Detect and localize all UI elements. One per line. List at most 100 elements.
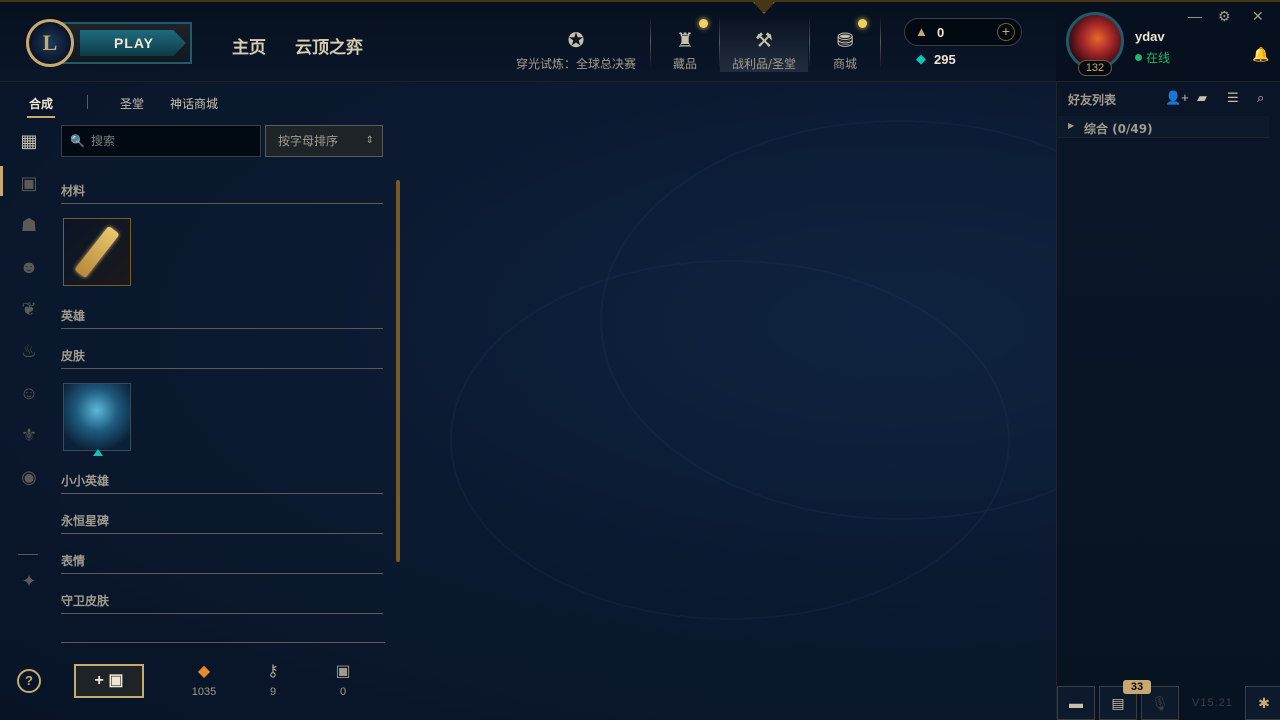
- search-icon: 🔍: [70, 134, 85, 148]
- loot-bottom-bar: ? + ▣ ◆ 1035 ⚷ 9 ▣ 0: [0, 642, 400, 720]
- loot-filter-rail: ▦ ▣ ☗ ☻ ❦ ♨ ☺ ⚜ ◉ ✦: [0, 122, 56, 682]
- search-friends-icon[interactable]: ⌕: [1257, 90, 1264, 106]
- top-navigation: L PLAY 主页 云顶之弈 ✪ 穿光试炼：全球总决赛 ♜ 藏品 ⚒ 战利品/圣…: [0, 0, 1056, 82]
- notification-bell-icon[interactable]: 🔔: [1252, 46, 1269, 63]
- hextech-key-icon: [74, 225, 120, 279]
- chat-icon[interactable]: ▬: [1057, 686, 1095, 720]
- play-button-label: PLAY: [113, 35, 155, 51]
- filter-special-icon[interactable]: ✦: [14, 566, 44, 596]
- loot-tile-hextech-key[interactable]: [63, 218, 131, 286]
- profile-area: 132 ydav 在线 — ⚙ ✕ 🔔: [1056, 0, 1280, 82]
- filter-skin-mask-icon[interactable]: ☻: [14, 252, 44, 282]
- friend-group-general[interactable]: ▶ 综合 (0/49): [1057, 116, 1269, 138]
- chevron-updown-icon: ⇕: [365, 135, 374, 146]
- loot-search[interactable]: 🔍: [61, 125, 261, 157]
- filter-emporium-flame-icon[interactable]: ♨: [14, 336, 44, 366]
- notification-dot: [699, 19, 708, 28]
- nav-collection-label: 藏品: [672, 57, 697, 71]
- minimize-icon[interactable]: —: [1188, 8, 1202, 24]
- background-swirl: [450, 260, 1010, 620]
- add-folder-icon[interactable]: ▰: [1197, 90, 1207, 106]
- tab-sanctum[interactable]: 圣堂: [120, 95, 144, 112]
- nav-worlds-event[interactable]: ✪ 穿光试炼：全球总决赛: [514, 14, 638, 72]
- add-friend-icon[interactable]: 👤+: [1165, 90, 1189, 106]
- store-coins-icon: ⛃: [836, 30, 854, 52]
- status-dot-icon: [1135, 54, 1142, 61]
- filter-emote-icon[interactable]: ☺: [14, 378, 44, 408]
- collection-bag-icon: ♜: [676, 30, 694, 52]
- category-little-legends: 小小英雄: [61, 472, 383, 494]
- worlds-trophy-icon: ✪: [567, 30, 585, 52]
- riot-points-amount: 295: [934, 51, 956, 67]
- category-label: 永恒星碑: [61, 514, 110, 528]
- nav-home[interactable]: 主页: [232, 33, 266, 58]
- category-champions: 英雄: [61, 307, 383, 329]
- key-fragment-value: 9: [269, 686, 277, 698]
- nav-divider: [650, 16, 651, 68]
- close-icon[interactable]: ✕: [1252, 8, 1264, 25]
- craft-chest-button[interactable]: + ▣: [74, 664, 144, 698]
- filter-ward-icon[interactable]: ⚜: [14, 420, 44, 450]
- loot-scrollbar[interactable]: [396, 180, 400, 562]
- play-button[interactable]: PLAY: [56, 22, 192, 64]
- buy-currency-button[interactable]: +: [997, 23, 1015, 41]
- loot-subtabs: 合成 圣堂 神话商城: [0, 82, 400, 122]
- summoner-level: 132: [1078, 60, 1112, 76]
- rail-active-indicator: [0, 166, 3, 196]
- nav-divider: [809, 16, 810, 68]
- orange-essence-counter: ◆ 1035: [184, 658, 224, 698]
- friends-list-title: 好友列表: [1068, 93, 1117, 107]
- nav-store-label: 商城: [832, 57, 857, 71]
- league-logo-icon[interactable]: L: [26, 19, 74, 67]
- social-header: 好友列表 👤+ ▰ ☰ ⌕: [1057, 82, 1280, 114]
- blue-essence-wallet: ▲ 0 +: [904, 18, 1022, 46]
- filter-icon-portrait-icon[interactable]: ◉: [14, 462, 44, 492]
- rail-divider: [18, 554, 38, 555]
- loot-hammer-icon: ⚒: [755, 30, 773, 52]
- category-label: 英雄: [61, 309, 86, 323]
- category-eternals: 永恒星碑: [61, 512, 383, 534]
- bug-report-icon[interactable]: ✱: [1245, 686, 1280, 720]
- social-footer: ▬ ▤ 🎙 ✱: [1057, 686, 1280, 720]
- nav-loot[interactable]: ⚒ 战利品/圣堂: [720, 14, 808, 72]
- blue-essence-amount: 0: [937, 25, 945, 40]
- category-label: 表情: [61, 554, 86, 568]
- tab-mythic-shop[interactable]: 神话商城: [170, 95, 218, 112]
- active-tab-indicator: [753, 2, 775, 14]
- filter-all-grid-icon[interactable]: ▦: [14, 126, 44, 156]
- category-materials: 材料: [61, 182, 383, 204]
- riot-points-icon: ◆: [916, 51, 926, 66]
- loot-panel: 合成 圣堂 神话商城 ▦ ▣ ☗ ☻ ❦ ♨ ☺ ⚜ ◉ ✦ 🔍 按字母排序 ⇕: [0, 82, 400, 720]
- online-status[interactable]: 在线: [1135, 49, 1170, 66]
- username[interactable]: ydav: [1135, 29, 1165, 44]
- nav-loot-label: 战利品/圣堂: [731, 57, 797, 71]
- tab-crafting[interactable]: 合成: [26, 95, 56, 118]
- riot-points-wallet: ◆ 295: [916, 51, 956, 67]
- chest-value: 0: [339, 686, 347, 698]
- filter-chest-icon[interactable]: ▣: [14, 168, 44, 198]
- client-version: V15.21: [1192, 697, 1233, 709]
- nav-worlds-label: 穿光试炼：全球总决赛: [515, 57, 636, 71]
- category-label: 材料: [61, 184, 86, 198]
- orange-essence-icon: ◆: [197, 663, 211, 680]
- sort-dropdown[interactable]: 按字母排序 ⇕: [265, 125, 383, 157]
- search-input[interactable]: [90, 134, 251, 148]
- tab-divider: [87, 95, 88, 109]
- category-label: 小小英雄: [61, 474, 110, 488]
- nav-tft[interactable]: 云顶之弈: [295, 33, 363, 58]
- status-label: 在线: [1146, 51, 1171, 65]
- loot-tile-skin-shard[interactable]: [63, 383, 131, 456]
- list-view-icon[interactable]: ☰: [1227, 90, 1239, 106]
- orange-essence-value: 1035: [191, 686, 217, 698]
- bottom-divider: [61, 642, 385, 643]
- logo-letter: L: [42, 30, 58, 55]
- social-panel: 好友列表 👤+ ▰ ☰ ⌕ ▶ 综合 (0/49) ▬ ▤ 🎙 ✱: [1056, 82, 1280, 720]
- expand-arrow-icon: ▶: [1068, 121, 1075, 130]
- settings-gear-icon[interactable]: ⚙: [1218, 8, 1231, 25]
- filter-little-legend-icon[interactable]: ❦: [14, 294, 44, 324]
- message-count-badge: 33: [1123, 680, 1151, 694]
- filter-champion-helmet-icon[interactable]: ☗: [14, 210, 44, 240]
- category-emotes: 表情: [61, 552, 383, 574]
- chest-counter: ▣ 0: [323, 658, 363, 698]
- help-icon[interactable]: ?: [17, 669, 41, 693]
